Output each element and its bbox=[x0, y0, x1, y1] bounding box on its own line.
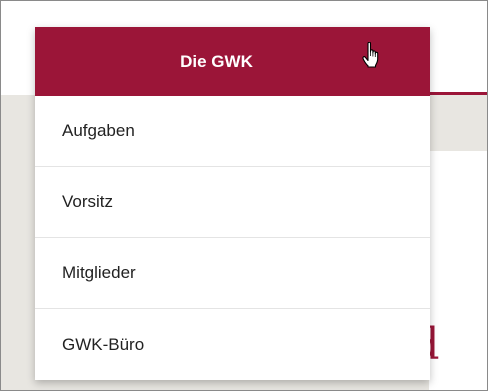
menu-item-gwk-buero[interactable]: GWK-Büro bbox=[35, 309, 430, 380]
menu-item-mitglieder[interactable]: Mitglieder bbox=[35, 238, 430, 309]
browser-viewport: nd Die GWK Aufgaben Vorsitz Mitglieder G… bbox=[0, 0, 488, 391]
nav-submenu-list: Aufgaben Vorsitz Mitglieder GWK-Büro bbox=[35, 96, 430, 380]
nav-menu-die-gwk[interactable]: Die GWK bbox=[35, 27, 430, 96]
nav-menu-title: Die GWK bbox=[180, 51, 253, 71]
hand-pointer-icon bbox=[362, 42, 379, 68]
menu-item-vorsitz[interactable]: Vorsitz bbox=[35, 167, 430, 238]
menu-item-aufgaben[interactable]: Aufgaben bbox=[35, 96, 430, 167]
nav-dropdown-menu: Die GWK Aufgaben Vorsitz Mitglieder GWK-… bbox=[35, 27, 430, 380]
